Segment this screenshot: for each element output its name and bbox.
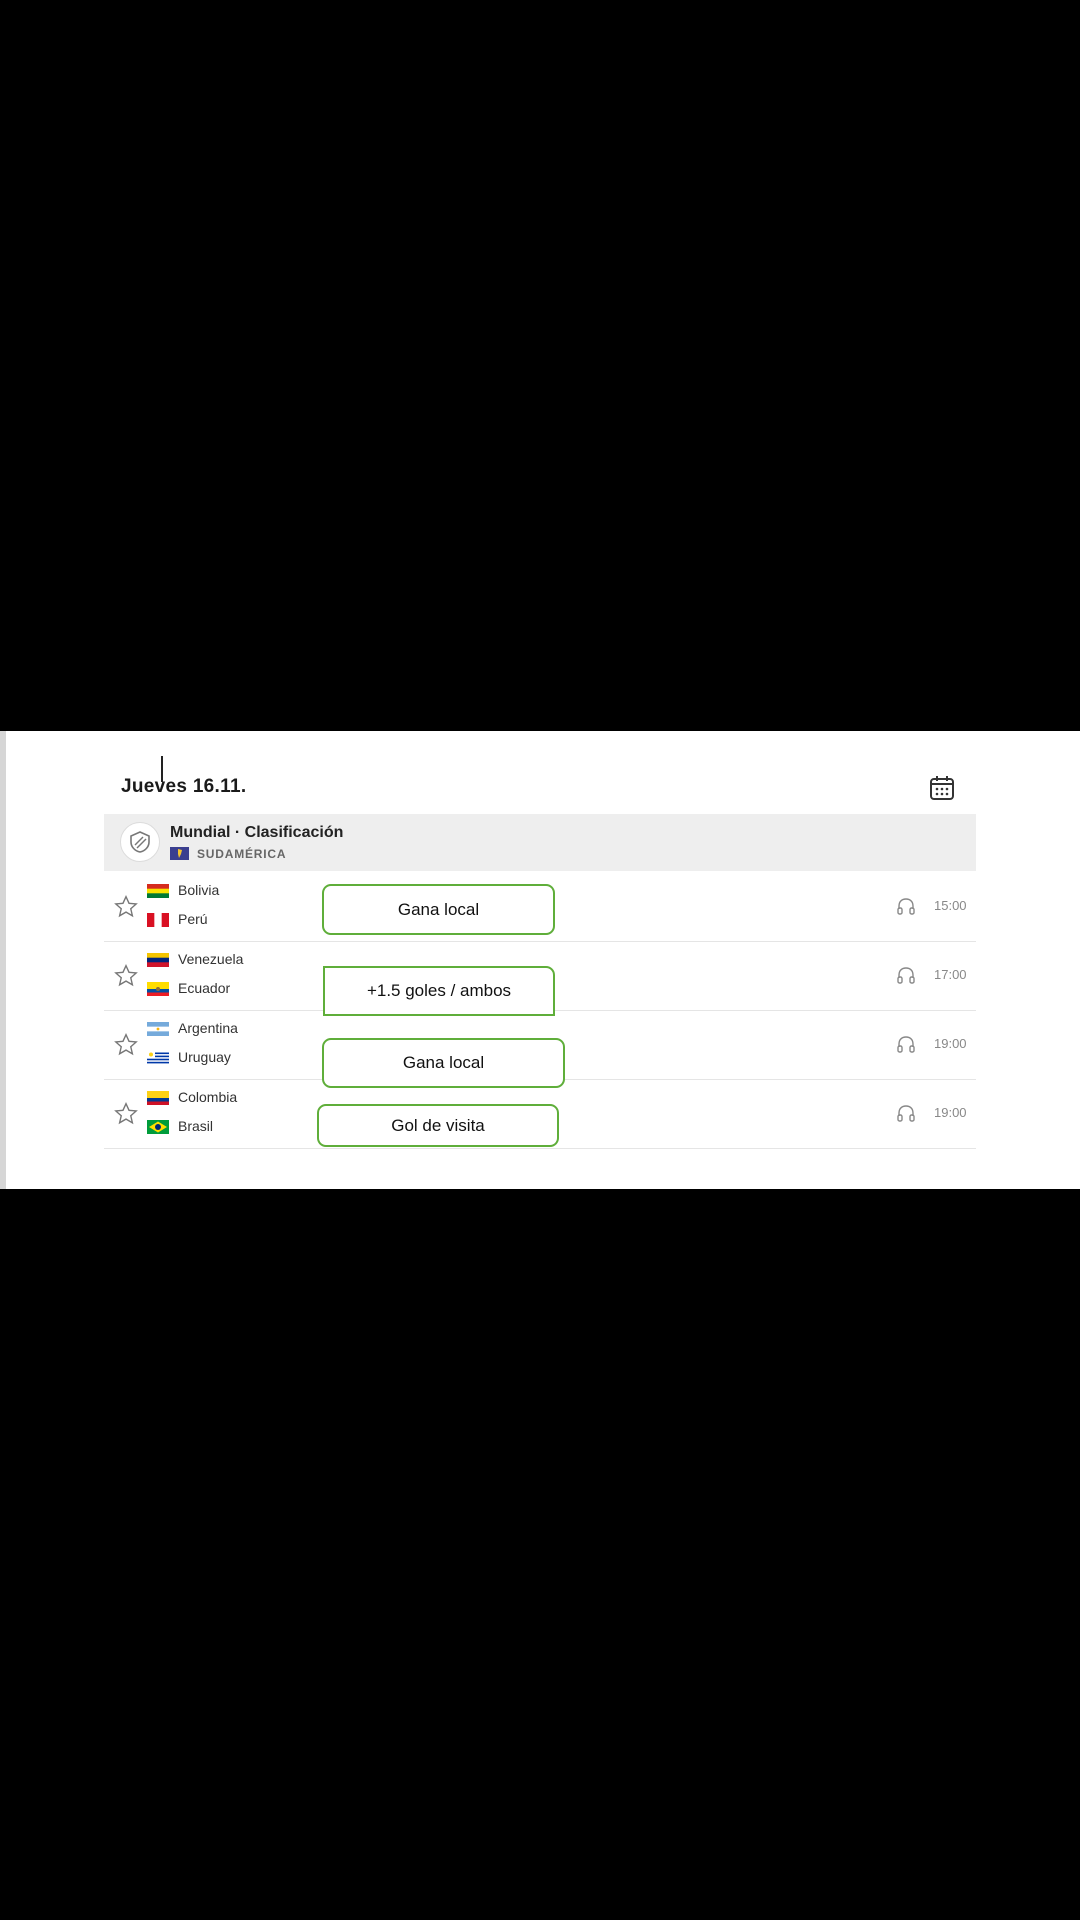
star-icon[interactable]: [113, 1032, 139, 1058]
league-header[interactable]: Mundial · Clasificación SUDAMÉRICA: [104, 814, 976, 871]
match-time: 15:00: [934, 898, 967, 913]
match-time: 19:00: [934, 1105, 967, 1120]
brazil-flag-icon: [147, 1120, 169, 1134]
home-team: Argentina: [178, 1020, 238, 1036]
away-team: Perú: [178, 911, 208, 927]
matches-panel: Jueves 16.11. Mundial · Clasificación SU…: [0, 731, 1080, 1189]
league-region: SUDAMÉRICA: [197, 847, 287, 861]
argentina-flag-icon: [147, 1022, 169, 1036]
headphones-icon[interactable]: [896, 897, 916, 915]
away-team: Uruguay: [178, 1049, 231, 1065]
match-time: 19:00: [934, 1036, 967, 1051]
calendar-icon[interactable]: [928, 774, 956, 802]
match-time: 17:00: [934, 967, 967, 982]
prediction-box: Gana local: [322, 1038, 565, 1088]
league-logo-icon: [120, 822, 160, 862]
headphones-icon[interactable]: [896, 1104, 916, 1122]
home-team: Bolivia: [178, 882, 220, 898]
prediction-box: +1.5 goles / ambos: [323, 966, 555, 1016]
bolivia-flag-icon: [147, 884, 169, 898]
date-title: Jueves 16.11.: [121, 776, 247, 797]
star-icon[interactable]: [113, 894, 139, 920]
peru-flag-icon: [147, 913, 169, 927]
league-name: Mundial · Clasificación: [170, 824, 344, 841]
south-america-flag-icon: [170, 847, 189, 860]
headphones-icon[interactable]: [896, 966, 916, 984]
colombia-flag-icon: [147, 1091, 169, 1105]
uruguay-flag-icon: [147, 1051, 169, 1065]
panel-edge: [0, 731, 6, 1189]
away-team: Brasil: [178, 1118, 214, 1134]
ecuador-flag-icon: [147, 982, 169, 996]
home-team: Colombia: [178, 1089, 238, 1105]
home-team: Venezuela: [178, 951, 244, 967]
star-icon[interactable]: [113, 963, 139, 989]
prediction-box: Gol de visita: [317, 1104, 559, 1147]
prediction-box: Gana local: [322, 884, 555, 935]
star-icon[interactable]: [113, 1101, 139, 1127]
headphones-icon[interactable]: [896, 1035, 916, 1053]
away-team: Ecuador: [178, 980, 231, 996]
venezuela-flag-icon: [147, 953, 169, 967]
